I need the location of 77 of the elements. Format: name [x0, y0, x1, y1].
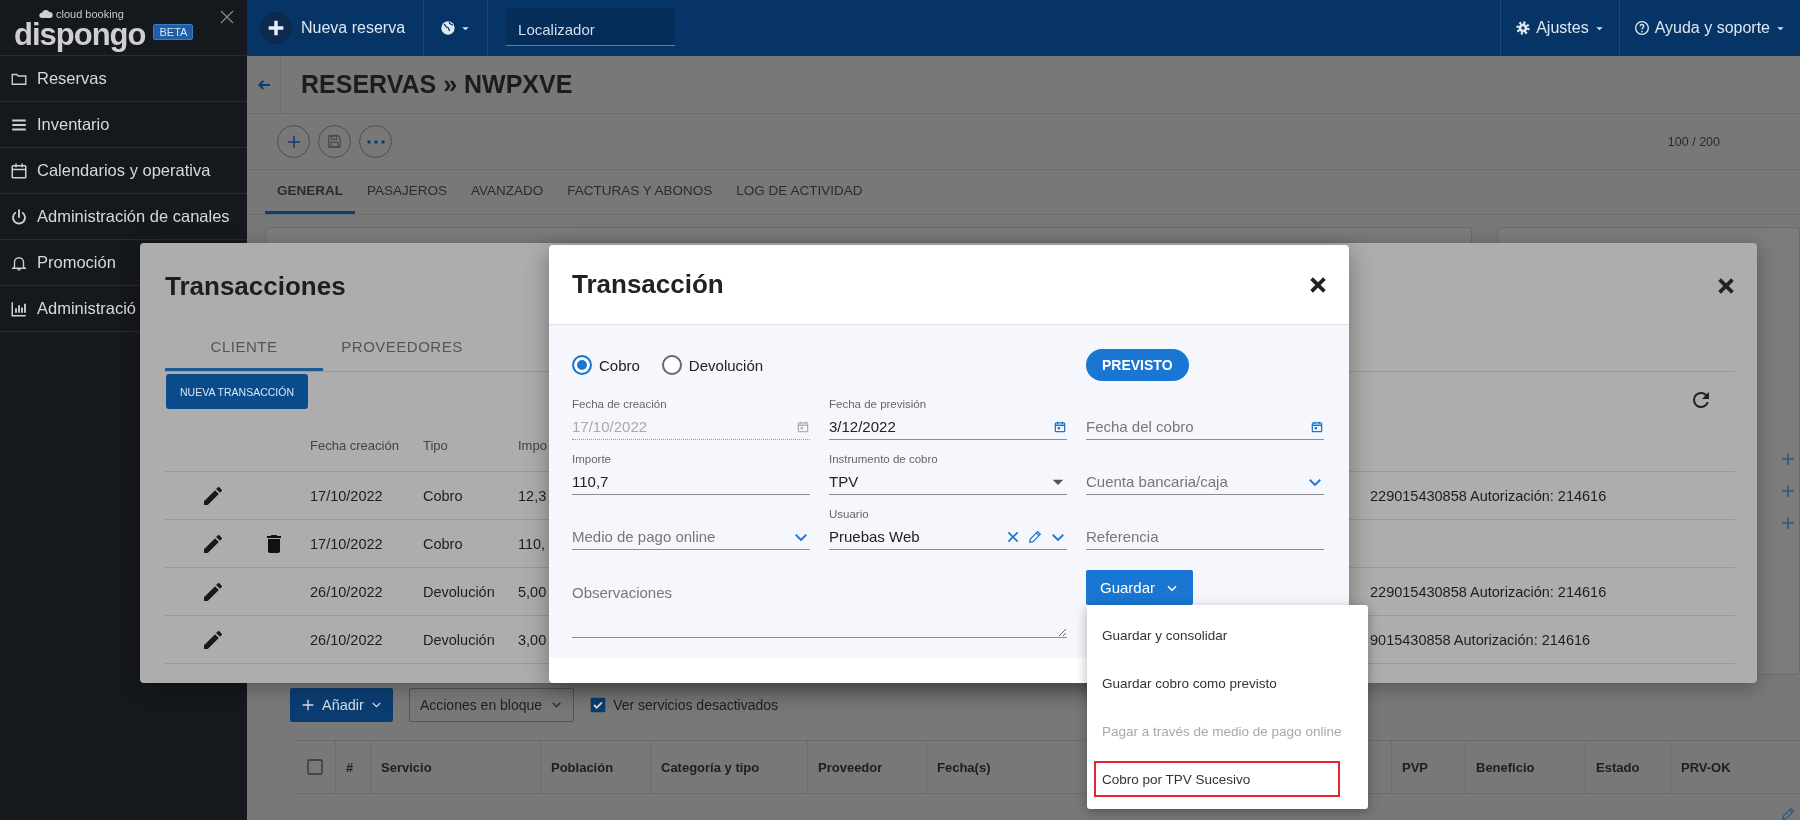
globe-icon — [440, 20, 457, 36]
column-header: Estado — [1585, 741, 1670, 793]
field-label: Importe — [572, 453, 612, 467]
help-icon — [1633, 20, 1650, 36]
field-label: Fecha de previsión — [829, 398, 928, 412]
dropdown-field[interactable]: Cuenta bancaria/caja — [1086, 473, 1300, 490]
more-icon — [366, 139, 385, 144]
plus-icon — [1779, 482, 1797, 500]
status-badge: PREVISTO — [1086, 349, 1189, 381]
plus-circle-icon — [260, 12, 292, 44]
observations-field[interactable]: Observaciones — [572, 562, 1067, 638]
column-header: Servicio — [370, 741, 540, 793]
gear-icon — [1515, 20, 1532, 36]
add-button[interactable]: Añadir — [290, 687, 393, 722]
column-header: PRV-OK — [1670, 741, 1760, 793]
table-cell: 12,3 — [518, 487, 547, 504]
table-cell: Cobro — [423, 535, 463, 552]
beta-badge: BETA — [153, 24, 194, 40]
pencil-icon[interactable] — [1027, 528, 1043, 545]
column-header: Beneficio — [1465, 741, 1585, 793]
bulk-actions-dropdown[interactable]: Acciones en bloque — [408, 687, 575, 722]
dropdown-field[interactable]: Medio de pago online — [572, 528, 786, 545]
menu-item[interactable]: Guardar y consolidar — [1087, 611, 1368, 659]
plus-icon — [1779, 514, 1797, 532]
radio-label: Devolución — [688, 356, 764, 374]
table-cell: 229015430858 Autorización: 214616 — [1370, 583, 1607, 600]
user-field[interactable]: Pruebas Web — [829, 528, 999, 545]
checkbox[interactable] — [590, 696, 607, 713]
date-field[interactable]: Fecha del cobro — [1086, 418, 1304, 435]
table-cell: 9015430858 Autorización: 214616 — [1370, 631, 1591, 648]
field-label: Instrumento de cobro — [829, 453, 939, 467]
column-header: # — [335, 741, 370, 793]
menu-item[interactable]: Guardar cobro como previsto — [1087, 659, 1368, 707]
checkbox-label: Ver servicios desactivados — [613, 696, 779, 713]
bar-chart-icon — [10, 299, 28, 318]
calendar-icon[interactable] — [1053, 419, 1067, 434]
input-field[interactable]: 110,7 — [572, 473, 810, 490]
column-header: Tipo — [423, 437, 448, 453]
table-cell: Devolución — [423, 583, 495, 600]
table-cell: 110, — [518, 535, 546, 552]
table-cell: Devolución — [423, 631, 495, 648]
date-field[interactable]: 3/12/2022 — [829, 418, 1047, 435]
radio-button[interactable] — [572, 355, 592, 375]
table-cell: 17/10/2022 — [310, 535, 383, 552]
record-counter: 100 / 200 — [1667, 134, 1720, 149]
radio-label: Cobro — [599, 356, 640, 374]
table-cell: 17/10/2022 — [310, 487, 383, 504]
calendar-icon — [10, 161, 28, 180]
power-icon — [10, 207, 28, 226]
new-transaction-button[interactable]: NUEVA TRANSACCIÓN — [166, 374, 308, 409]
checkbox[interactable] — [307, 759, 323, 775]
table-cell: 26/10/2022 — [310, 631, 383, 648]
column-header: Proveedor — [807, 741, 926, 793]
column-header: PVP — [1391, 741, 1465, 793]
save-button[interactable]: Guardar — [1086, 570, 1194, 605]
input-field[interactable]: Referencia — [1086, 528, 1324, 545]
table-cell: 3,00 — [518, 631, 547, 648]
select-field[interactable]: TPV — [829, 473, 1043, 490]
floppy-icon — [326, 133, 343, 150]
menu-item[interactable]: Cobro por TPV Sucesivo — [1094, 761, 1340, 797]
calendar-icon[interactable] — [1310, 419, 1324, 434]
page-title: RESERVAS » NWPXVE — [300, 70, 573, 99]
search-field[interactable]: Localizador — [506, 8, 676, 46]
plus-icon — [1779, 450, 1797, 468]
logo-tagline: cloud booking — [56, 8, 124, 20]
radio-button[interactable] — [661, 355, 682, 375]
dialog-title: Transacción — [572, 269, 724, 300]
field-label: Usuario — [829, 508, 870, 522]
column-header: Categoría y tipo — [650, 741, 807, 793]
column-header: Población — [540, 741, 650, 793]
table-cell: 5,00 — [518, 583, 547, 600]
table-cell: Cobro — [423, 487, 463, 504]
table-cell: 26/10/2022 — [310, 583, 383, 600]
column-header: Fecha creación — [310, 437, 399, 453]
table-cell: 229015430858 Autorización: 214616 — [1370, 487, 1607, 504]
field-label: Fecha de creación — [572, 398, 668, 412]
column-header: Impo — [518, 437, 547, 453]
